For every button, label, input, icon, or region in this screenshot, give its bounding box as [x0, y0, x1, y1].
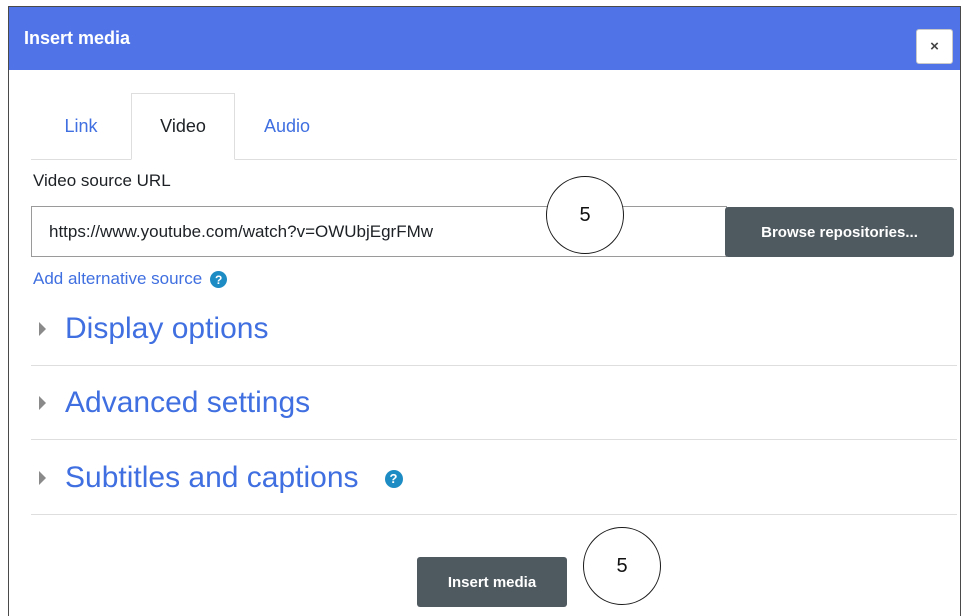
- close-button[interactable]: ×: [916, 29, 953, 64]
- help-icon[interactable]: ?: [384, 469, 403, 488]
- section-advanced-settings[interactable]: Advanced settings: [31, 366, 957, 440]
- caret-right-icon: [39, 321, 46, 336]
- annotation-callout: 5: [583, 527, 661, 605]
- media-type-tabs: Link Video Audio: [31, 93, 957, 160]
- section-display-options[interactable]: Display options: [31, 292, 957, 366]
- section-subtitles-and-captions[interactable]: Subtitles and captions?: [31, 441, 957, 515]
- add-alternative-source-link[interactable]: Add alternative source?: [33, 269, 228, 289]
- insert-media-button[interactable]: Insert media: [417, 557, 567, 607]
- tab-link-label: Link: [64, 115, 98, 136]
- tab-video[interactable]: Video: [131, 93, 235, 160]
- dialog-title: Insert media: [24, 28, 131, 48]
- tab-audio-label: Audio: [263, 115, 311, 136]
- video-source-label: Video source URL: [33, 171, 171, 190]
- add-alternative-source-label: Add alternative source: [33, 269, 203, 288]
- caret-right-icon: [39, 470, 46, 485]
- section-advanced-settings-title: Advanced settings: [65, 385, 311, 419]
- dialog-titlebar: Insert media ×: [9, 7, 960, 70]
- section-subtitles-and-captions-title: Subtitles and captions: [65, 460, 359, 494]
- browse-repositories-button[interactable]: Browse repositories...: [725, 207, 954, 257]
- tab-video-label: Video: [160, 116, 206, 136]
- section-subtitles-title-wrap: Subtitles and captions?: [65, 461, 403, 495]
- close-icon: ×: [930, 38, 939, 55]
- tab-audio[interactable]: Audio: [235, 93, 339, 159]
- help-icon[interactable]: ?: [210, 271, 228, 289]
- insert-media-dialog: Insert media × Link Video Audio Video so…: [8, 6, 961, 616]
- annotation-callout: 5: [546, 176, 624, 254]
- caret-right-icon: [39, 395, 46, 410]
- tab-link[interactable]: Link: [31, 93, 131, 159]
- section-display-options-title: Display options: [65, 311, 269, 345]
